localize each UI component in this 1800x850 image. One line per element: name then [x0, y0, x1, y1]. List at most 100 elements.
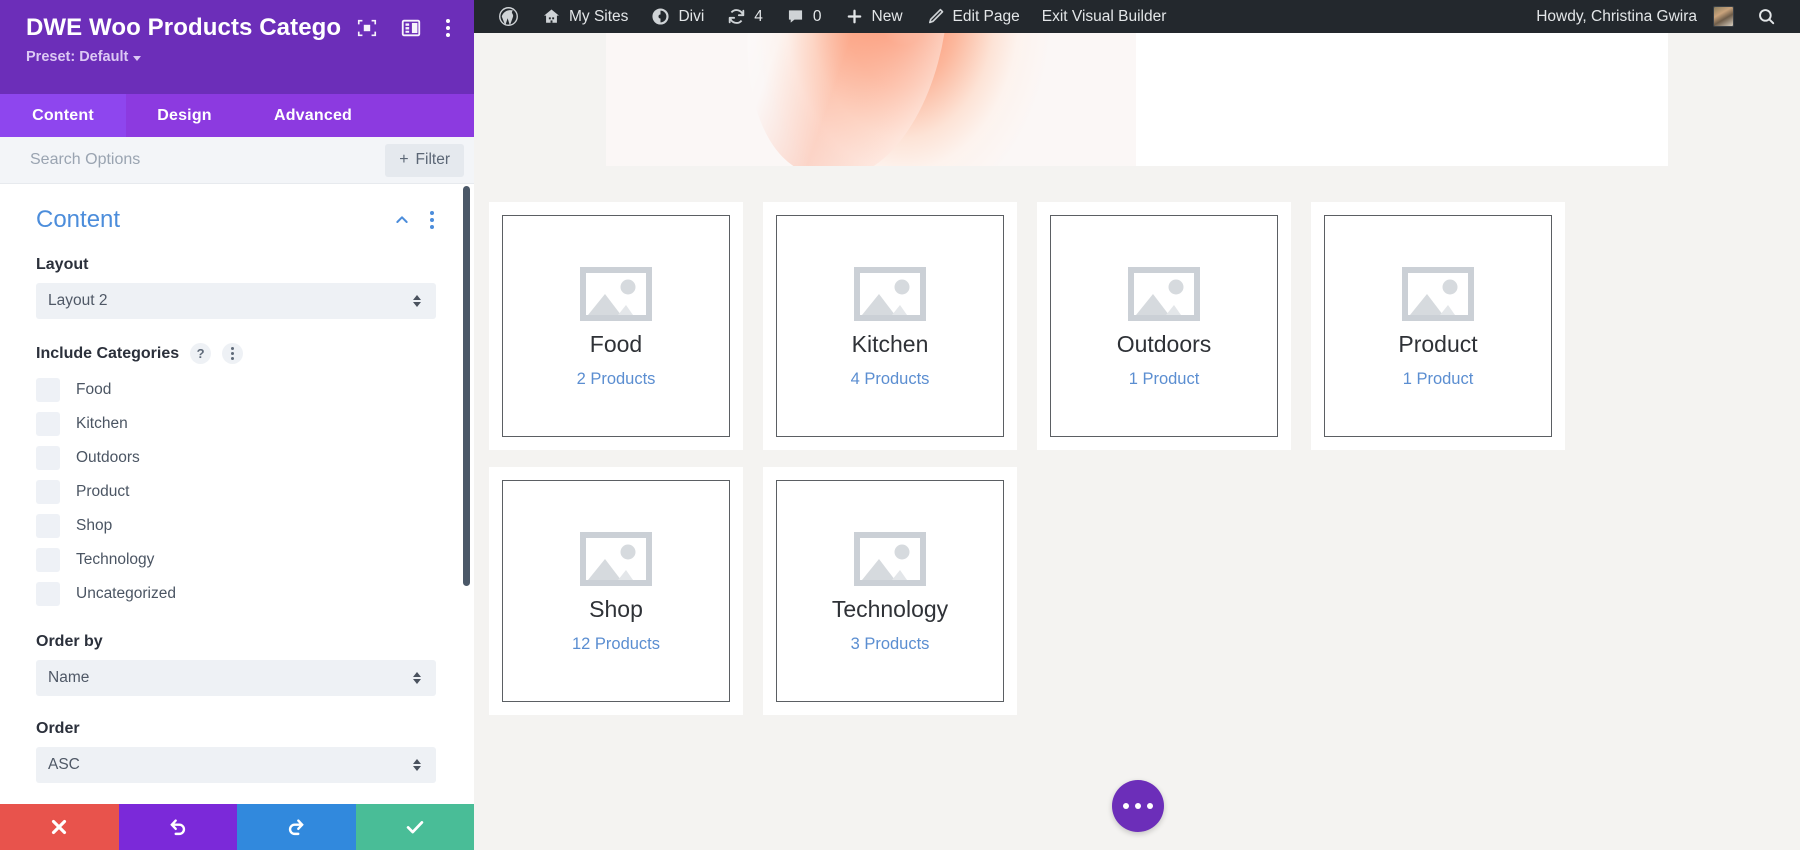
settings-tabs: Content Design Advanced — [0, 94, 474, 137]
adminbar-divi[interactable]: Divi — [639, 0, 715, 33]
section-more-icon[interactable] — [428, 209, 436, 231]
include-categories-more-icon[interactable] — [222, 343, 244, 364]
preset-selector[interactable]: Preset: Default — [26, 49, 452, 65]
adminbar-comments-count: 0 — [812, 7, 822, 25]
chevron-up-icon[interactable] — [394, 212, 410, 228]
checkbox-icon[interactable] — [36, 514, 60, 538]
category-card[interactable]: Kitchen 4 Products — [763, 202, 1017, 450]
category-label: Technology — [76, 551, 155, 568]
layout-select[interactable]: Layout 2 — [36, 283, 436, 319]
content-section-header: Content — [36, 206, 436, 234]
discard-button[interactable] — [0, 804, 119, 850]
panel-header: DWE Woo Products Catego... Preset: Defau… — [0, 0, 474, 94]
more-options-icon[interactable] — [444, 17, 452, 39]
category-checkbox-shop[interactable]: Shop — [36, 509, 436, 543]
order-label-text: Order — [36, 720, 80, 737]
select-arrows-icon — [413, 672, 421, 684]
category-count[interactable]: 1 Product — [1403, 370, 1474, 389]
category-card[interactable]: Technology 3 Products — [763, 467, 1017, 715]
panel-action-bar — [0, 804, 474, 850]
category-name: Technology — [831, 595, 949, 622]
category-label: Kitchen — [76, 415, 128, 432]
category-card[interactable]: Product 1 Product — [1311, 202, 1565, 450]
adminbar-account[interactable]: Howdy, Christina Gwira — [1525, 0, 1745, 33]
panel-scrollbar[interactable] — [463, 186, 470, 586]
category-label: Shop — [76, 517, 113, 534]
tab-design[interactable]: Design — [126, 94, 243, 137]
category-count[interactable]: 3 Products — [851, 635, 930, 654]
category-count[interactable]: 4 Products — [851, 370, 930, 389]
close-icon — [52, 819, 67, 835]
undo-icon — [169, 819, 185, 836]
category-card[interactable]: Shop 12 Products — [489, 467, 743, 715]
filter-button[interactable]: + Filter — [385, 143, 464, 177]
sites-icon — [544, 9, 559, 23]
image-placeholder-icon — [1402, 266, 1474, 321]
undo-button[interactable] — [118, 804, 237, 850]
page-settings-fab[interactable] — [1112, 780, 1164, 832]
howdy-label: Howdy, Christina Gwira — [1536, 7, 1697, 25]
adminbar-new[interactable]: New — [833, 0, 914, 33]
category-count[interactable]: 1 Product — [1129, 370, 1200, 389]
help-icon[interactable]: ? — [190, 343, 212, 364]
category-checkbox-kitchen[interactable]: Kitchen — [36, 407, 436, 441]
plus-icon: + — [399, 151, 409, 168]
category-card[interactable]: Food 2 Products — [489, 202, 743, 450]
focus-icon[interactable] — [356, 17, 378, 39]
woo-category-grid-module: Food 2 Products Kitchen 4 Products Outdo… — [474, 166, 1800, 715]
adminbar-my-sites[interactable]: My Sites — [530, 0, 639, 33]
order-by-select-value: Name — [48, 669, 90, 686]
adminbar-exit-visual-builder[interactable]: Exit Visual Builder — [1031, 0, 1178, 33]
adminbar-exit-label: Exit Visual Builder — [1041, 7, 1167, 25]
adminbar-updates-count: 4 — [754, 7, 763, 25]
preset-label: Preset: Default — [26, 49, 129, 65]
wordpress-logo-icon — [499, 7, 518, 26]
save-button[interactable] — [355, 804, 474, 850]
checkbox-icon[interactable] — [36, 412, 60, 436]
category-checkbox-food[interactable]: Food — [36, 373, 436, 407]
adminbar-edit-page[interactable]: Edit Page — [914, 0, 1031, 33]
category-checkbox-uncategorized[interactable]: Uncategorized — [36, 577, 436, 611]
checkbox-icon[interactable] — [36, 446, 60, 470]
layout-toggle-icon[interactable] — [400, 17, 422, 39]
image-placeholder-icon — [580, 531, 652, 586]
avatar — [1713, 6, 1734, 27]
checkbox-icon[interactable] — [36, 548, 60, 572]
include-categories-list: Food Kitchen Outdoors Product Shop Techn… — [36, 373, 436, 611]
adminbar-wordpress-logo[interactable] — [487, 0, 530, 33]
checkbox-icon[interactable] — [36, 582, 60, 606]
hero-image-section — [606, 33, 1668, 166]
tab-advanced[interactable]: Advanced — [243, 94, 383, 137]
adminbar-search[interactable] — [1745, 0, 1788, 33]
category-label: Uncategorized — [76, 585, 176, 602]
order-by-select[interactable]: Name — [36, 660, 436, 696]
divi-icon — [652, 8, 669, 25]
chevron-down-icon — [133, 55, 142, 61]
include-categories-label: Include Categories ? — [36, 343, 436, 364]
tab-content[interactable]: Content — [0, 94, 126, 137]
category-label: Outdoors — [76, 449, 140, 466]
category-count[interactable]: 2 Products — [577, 370, 656, 389]
redo-button[interactable] — [237, 804, 356, 850]
order-field-label: Order — [36, 720, 436, 738]
panel-title: DWE Woo Products Catego... — [26, 14, 342, 41]
checkbox-icon[interactable] — [36, 480, 60, 504]
category-count[interactable]: 12 Products — [572, 635, 660, 654]
category-checkbox-product[interactable]: Product — [36, 475, 436, 509]
image-placeholder-icon — [854, 266, 926, 321]
adminbar-comments[interactable]: 0 — [774, 0, 833, 33]
include-categories-label-text: Include Categories — [36, 344, 180, 362]
redo-icon — [289, 819, 305, 836]
adminbar-updates[interactable]: 4 — [715, 0, 774, 33]
checkbox-icon[interactable] — [36, 378, 60, 402]
category-checkbox-technology[interactable]: Technology — [36, 543, 436, 577]
category-name: Shop — [589, 595, 643, 622]
category-checkbox-outdoors[interactable]: Outdoors — [36, 441, 436, 475]
image-placeholder-icon — [1128, 266, 1200, 321]
wp-admin-bar: My Sites Divi 4 0 New Edit Page Exit Vis… — [474, 0, 1800, 33]
filter-button-label: Filter — [415, 151, 450, 168]
search-input[interactable] — [0, 151, 386, 169]
order-select[interactable]: ASC — [36, 747, 436, 783]
page-preview: My Sites Divi 4 0 New Edit Page Exit Vis… — [474, 0, 1800, 850]
category-card[interactable]: Outdoors 1 Product — [1037, 202, 1291, 450]
